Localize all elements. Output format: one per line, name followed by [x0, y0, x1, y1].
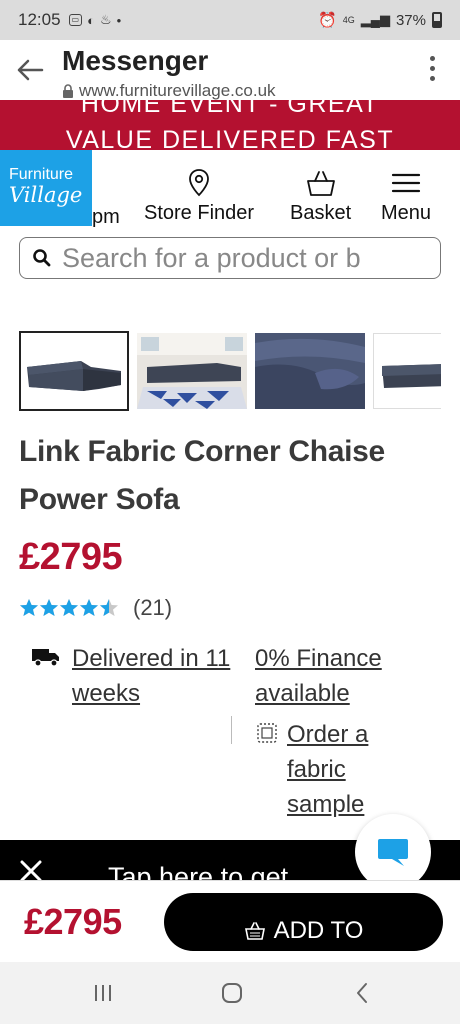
fabric-sample-info: Order a fabric sample	[255, 717, 417, 822]
more-options-icon[interactable]	[430, 56, 438, 81]
finance-info: 0% Finance available	[255, 641, 425, 711]
thumbnail-1[interactable]	[19, 331, 129, 411]
status-bar: 12:05 ▭ ◐ ♨ • ⏰ 4G ▂▄▆ 37%	[0, 0, 460, 40]
nav-basket-label: Basket	[290, 202, 352, 224]
star-icon	[100, 599, 118, 616]
nav-menu-label: Menu	[381, 202, 432, 224]
search-icon	[33, 249, 51, 267]
promo-text: HOME EVENT - GREAT VALUE DELIVERED FAST	[0, 100, 460, 150]
search-input[interactable]	[62, 242, 432, 274]
nav-basket[interactable]: Basket	[290, 168, 351, 225]
finance-link[interactable]: 0% Finance available	[255, 641, 425, 711]
delivery-truck-icon	[32, 649, 59, 667]
search-bar[interactable]	[19, 237, 441, 279]
thumbnail-2[interactable]	[137, 333, 247, 409]
fabric-swatch-icon	[257, 723, 277, 743]
promo-line-2: VALUE DELIVERED FAST	[65, 126, 395, 150]
android-nav-bar	[0, 962, 460, 1024]
product-price: £2795	[19, 536, 123, 578]
logo-line-2: Village	[9, 183, 83, 207]
browser-title: Messenger	[62, 45, 209, 76]
tap-bar-text: Tap here to get	[108, 862, 289, 880]
nav-partial-text: pm	[92, 206, 120, 228]
browser-url: www.furniturevillage.co.uk	[62, 82, 276, 100]
chat-bubble-icon	[378, 839, 408, 866]
flame-icon: ♨	[99, 12, 112, 27]
star-icon	[40, 599, 58, 616]
status-time: 12:05	[18, 10, 61, 29]
room-image	[137, 333, 247, 409]
thumbnail-3[interactable]	[255, 333, 365, 409]
product-thumbnails	[19, 331, 441, 413]
star-rating	[19, 598, 119, 618]
thumbnail-4[interactable]	[373, 333, 441, 409]
sofa-side-image	[374, 334, 441, 408]
dot-icon: •	[116, 12, 122, 28]
star-icon	[60, 599, 78, 616]
nav-menu[interactable]: Menu	[381, 168, 431, 225]
network-type: 4G	[342, 14, 355, 25]
nav-store-finder[interactable]: Store Finder	[144, 168, 254, 225]
app-notification-icon: ▭	[68, 14, 83, 26]
notification-icons: ▭ ◐ ♨ •	[68, 12, 122, 28]
sofa-image	[21, 333, 127, 409]
product-rating[interactable]: (21)	[19, 595, 172, 621]
feature-divider	[231, 716, 232, 744]
furniture-village-logo[interactable]: Furniture Village	[0, 150, 92, 226]
add-to-basket-label: ADD TO	[273, 917, 364, 944]
sticky-price: £2795	[24, 901, 122, 942]
delivery-info: Delivered in 11 weeks	[30, 641, 232, 711]
add-to-basket-button[interactable]: ADD TO	[164, 893, 443, 951]
basket-icon	[306, 171, 335, 196]
messenger-notification-icon: ◐	[87, 12, 95, 28]
url-text: www.furniturevillage.co.uk	[79, 82, 276, 100]
product-title: Link Fabric Corner Chaise Power Sofa	[19, 435, 385, 516]
site-nav: Furniture Village pm Store Finder Basket…	[0, 150, 460, 232]
browser-header: Messenger www.furniturevillage.co.uk	[0, 40, 460, 100]
status-right: ⏰ 4G ▂▄▆ 37%	[318, 11, 442, 29]
back-arrow-icon[interactable]	[14, 54, 46, 86]
star-icon	[80, 599, 98, 616]
star-icon	[20, 599, 38, 616]
review-count[interactable]: (21)	[133, 595, 172, 621]
fabric-detail-image	[255, 333, 365, 409]
nav-store-finder-label: Store Finder	[144, 202, 255, 224]
battery-level: 37%	[395, 11, 426, 29]
location-pin-icon	[189, 169, 209, 197]
chat-button[interactable]	[355, 814, 431, 890]
alarm-icon: ⏰	[318, 12, 337, 29]
battery-icon	[432, 12, 442, 28]
signal-icon: ▂▄▆	[360, 12, 390, 27]
logo-line-1: Furniture	[9, 166, 74, 183]
fabric-sample-link[interactable]: Order a fabric sample	[287, 717, 417, 822]
lock-icon	[63, 84, 73, 98]
hamburger-icon	[391, 173, 421, 193]
recent-apps-icon[interactable]	[92, 982, 114, 1004]
back-icon[interactable]	[352, 982, 374, 1004]
basket-icon	[244, 922, 265, 940]
promo-line-1: HOME EVENT - GREAT	[80, 100, 380, 118]
delivery-link[interactable]: Delivered in 11 weeks	[72, 641, 232, 711]
sticky-buy-bar: £2795 ADD TO	[0, 880, 460, 962]
close-icon[interactable]	[18, 858, 44, 880]
promo-banner[interactable]: HOME EVENT - GREAT VALUE DELIVERED FAST	[0, 100, 460, 150]
home-icon[interactable]	[221, 982, 243, 1004]
